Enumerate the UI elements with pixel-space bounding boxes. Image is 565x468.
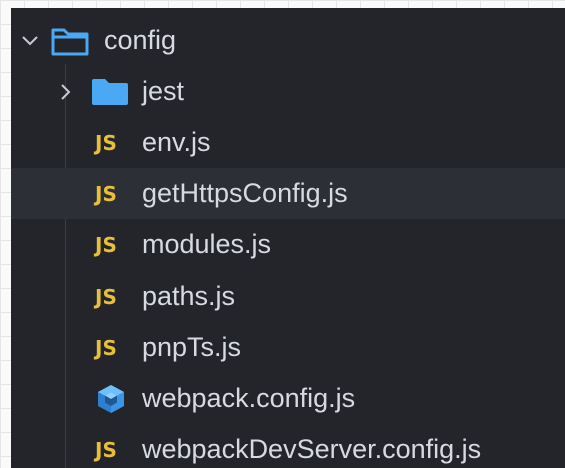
tree-item-label: paths.js [142, 281, 236, 311]
tree-item-label: jest [142, 76, 185, 106]
tree-item-paths-js[interactable]: JS paths.js [11, 271, 565, 322]
tree-item-modules-js[interactable]: JS modules.js [11, 219, 565, 270]
folder-filled-icon [91, 78, 129, 106]
tree-item-label: modules.js [142, 229, 272, 259]
tree-item-label: webpack.config.js [142, 383, 356, 413]
js-icon: JS [95, 130, 117, 155]
file-explorer-panel: config jest JS env.js JS getHttpsConfig.… [11, 8, 565, 468]
tree-item-label: getHttpsConfig.js [142, 178, 348, 208]
tree-item-pnpts-js[interactable]: JS pnpTs.js [11, 322, 565, 373]
tree-item-label: webpackDevServer.config.js [142, 434, 482, 464]
chevron-right-icon[interactable] [55, 81, 77, 103]
chevron-down-icon[interactable] [19, 30, 41, 52]
tree-item-webpack-config-js[interactable]: webpack.config.js [11, 373, 565, 424]
js-icon: JS [95, 232, 117, 257]
tree-item-env-js[interactable]: JS env.js [11, 117, 565, 168]
js-icon: JS [95, 181, 117, 206]
tree-item-webpackdevserver-config-js[interactable]: JS webpackDevServer.config.js [11, 424, 565, 468]
webpack-cube-icon [97, 384, 125, 414]
tree-item-label: pnpTs.js [142, 332, 242, 362]
tree-item-config[interactable]: config [11, 15, 565, 66]
tree-item-jest[interactable]: jest [11, 66, 565, 117]
js-icon: JS [95, 437, 117, 462]
tree-item-label: env.js [142, 127, 211, 157]
js-icon: JS [95, 284, 117, 309]
js-icon: JS [95, 335, 117, 360]
background-grid: config jest JS env.js JS getHttpsConfig.… [0, 0, 565, 468]
tree-item-label: config [104, 25, 177, 55]
folder-outline-icon [51, 26, 89, 56]
tree-item-gethttpsconfig-js[interactable]: JS getHttpsConfig.js [11, 168, 565, 219]
